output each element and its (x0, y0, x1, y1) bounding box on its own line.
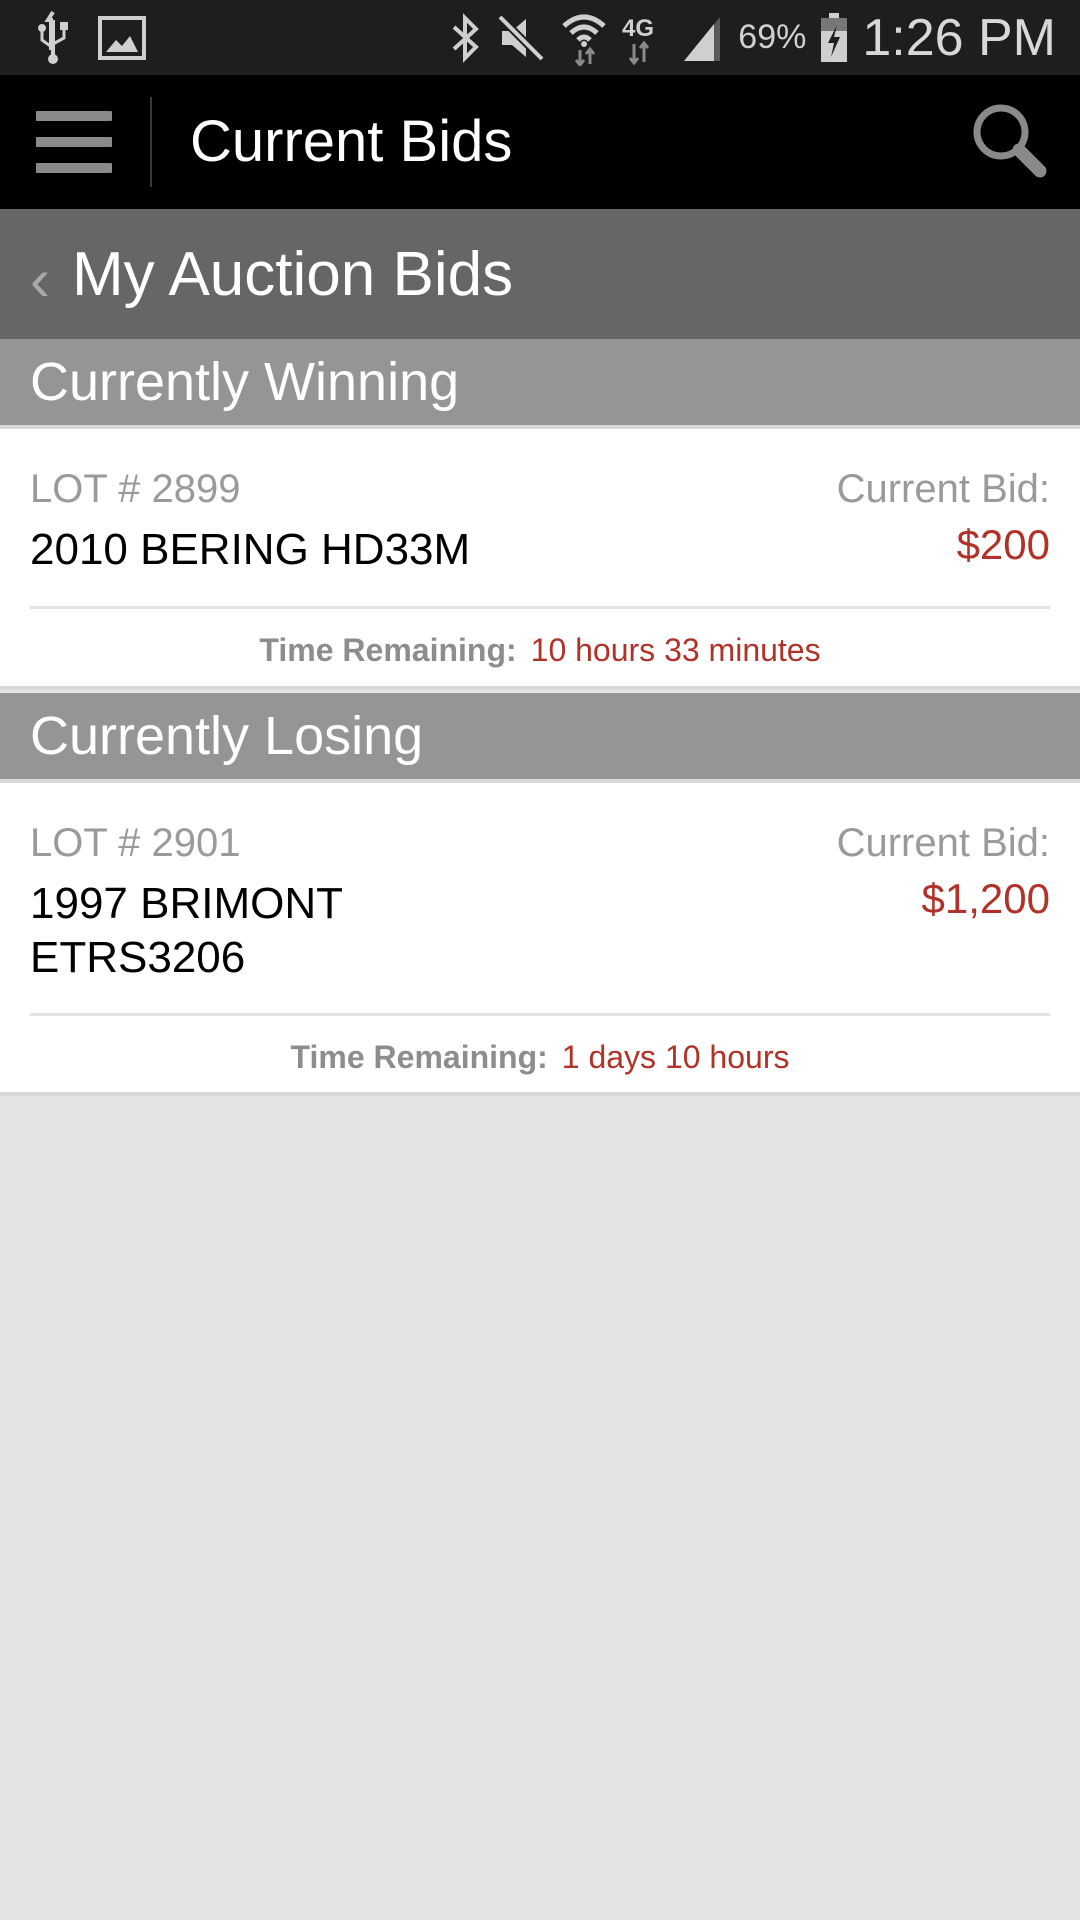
mute-icon (497, 13, 546, 62)
app-toolbar: Current Bids (0, 75, 1080, 209)
current-bid-label: Current Bid: (836, 467, 1050, 511)
time-remaining-label: Time Remaining: (259, 632, 517, 668)
battery-percent: 69% (738, 18, 807, 56)
page-title: Current Bids (190, 109, 513, 174)
bid-card[interactable]: LOT # 2899 2010 BERING HD33M Current Bid… (0, 429, 1080, 690)
time-remaining-row: Time Remaining: 10 hours 33 minutes (0, 632, 1080, 669)
image-icon (98, 15, 146, 60)
toolbar-divider (150, 97, 152, 187)
usb-icon (38, 10, 68, 64)
back-header[interactable]: ‹ My Auction Bids (0, 209, 1080, 339)
section-header-winning: Currently Winning (0, 339, 1080, 429)
time-remaining-value: 1 days 10 hours (561, 1039, 790, 1075)
wifi-icon (562, 14, 606, 66)
current-bid-label: Current Bid: (836, 821, 1050, 865)
chevron-left-icon[interactable]: ‹ (30, 245, 50, 314)
search-button[interactable] (966, 97, 1056, 187)
search-icon (973, 104, 1047, 178)
time-remaining-value: 10 hours 33 minutes (530, 632, 821, 668)
section-header-losing: Currently Losing (0, 693, 1080, 783)
clock: 1:26 PM (862, 8, 1056, 67)
item-name: 1997 BRIMONT ETRS3206 (30, 879, 343, 982)
item-name: 2010 BERING HD33M (30, 525, 471, 574)
hamburger-menu-icon[interactable] (36, 111, 112, 173)
divider (30, 1013, 1050, 1016)
current-bid-value: $200 (956, 521, 1050, 568)
current-bid-value: $1,200 (921, 875, 1050, 922)
section-title: Currently Winning (30, 352, 460, 412)
status-bar: 4G 69% 1:26 PM (0, 0, 1080, 75)
4g-lte-icon: 4G (622, 15, 654, 65)
subheader-title: My Auction Bids (72, 240, 514, 309)
bid-card[interactable]: LOT # 2901 1997 BRIMONT ETRS3206 Current… (0, 783, 1080, 1096)
signal-icon (684, 16, 721, 61)
lot-number: LOT # 2901 (30, 821, 241, 865)
svg-text:4G: 4G (622, 15, 654, 42)
time-remaining-row: Time Remaining: 1 days 10 hours (0, 1039, 1080, 1076)
divider (30, 606, 1050, 609)
bluetooth-icon (452, 12, 480, 63)
section-title: Currently Losing (30, 706, 424, 766)
battery-charging-icon (821, 12, 848, 62)
lot-number: LOT # 2899 (30, 467, 241, 511)
time-remaining-label: Time Remaining: (290, 1039, 548, 1075)
